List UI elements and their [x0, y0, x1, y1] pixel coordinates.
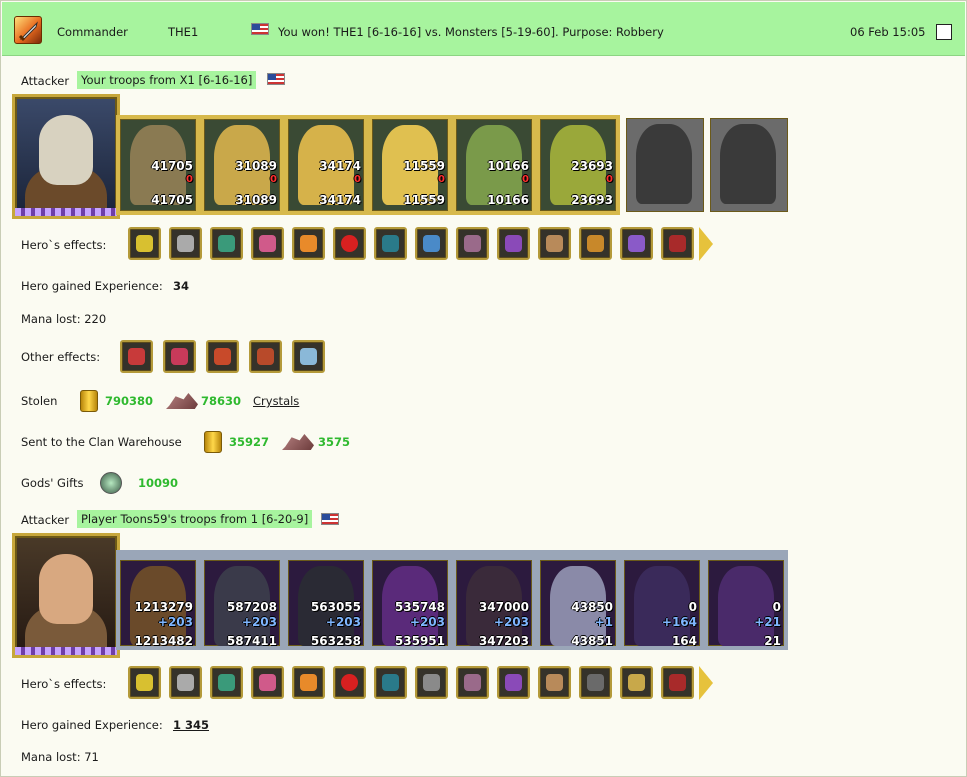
effect-icon[interactable] [538, 666, 571, 699]
sword-icon[interactable] [620, 666, 653, 699]
select-checkbox[interactable] [936, 24, 952, 40]
attacker-label: Attacker [21, 513, 70, 527]
empty-troop-slot [710, 118, 788, 212]
attacker-label: Attacker [21, 74, 70, 88]
shield-icon[interactable] [374, 666, 407, 699]
effect-icon[interactable] [497, 227, 530, 260]
battle-report: Commander THE1 You won! THE1 [6-16-16] v… [0, 0, 967, 777]
effect-icon[interactable] [415, 666, 448, 699]
mana-lost: Mana lost: 220 [21, 312, 107, 326]
report-header: Commander THE1 You won! THE1 [6-16-16] v… [2, 2, 965, 56]
sword-icon[interactable] [292, 340, 325, 373]
scroll-right-arrow-icon[interactable] [699, 227, 713, 261]
effect-icon[interactable] [292, 666, 325, 699]
fist-sword-icon[interactable] [206, 340, 239, 373]
us-flag-icon [267, 73, 285, 85]
heart-sword-icon[interactable] [120, 340, 153, 373]
battle-result-message: You won! THE1 [6-16-16] vs. Monsters [5-… [278, 25, 664, 39]
other-effects-label: Other effects: [21, 350, 101, 364]
mana-lost: Mana lost: 71 [21, 750, 99, 764]
exp-label: Hero gained Experience: [21, 279, 163, 293]
crystals-link[interactable]: Crystals [253, 394, 299, 408]
warehouse-label: Sent to the Clan Warehouse [21, 435, 182, 449]
hero-portrait[interactable] [12, 94, 120, 219]
effect-icon[interactable] [251, 666, 284, 699]
effect-icon[interactable] [497, 666, 530, 699]
troop-card[interactable]: 43850 +1 43851 [536, 550, 620, 650]
viking-hero-icon [39, 554, 93, 624]
heart-icon[interactable] [333, 666, 366, 699]
hero-portrait[interactable] [12, 533, 120, 658]
helmet-icon[interactable] [415, 227, 448, 260]
effect-icon[interactable] [128, 666, 161, 699]
effect-icon[interactable] [210, 666, 243, 699]
shield-icon[interactable] [374, 227, 407, 260]
troop-card[interactable]: 587208 +203 587411 [200, 550, 284, 650]
exp-label: Hero gained Experience: [21, 718, 163, 732]
warehouse-gold: 35927 [229, 435, 270, 449]
us-flag-icon [251, 23, 269, 35]
exp-value-link[interactable]: 1 345 [173, 718, 209, 732]
hero-effects-label: Hero`s effects: [21, 238, 107, 252]
effect-icon[interactable] [169, 227, 202, 260]
effect-icon[interactable] [661, 227, 694, 260]
effect-icon[interactable] [169, 666, 202, 699]
effect-icon[interactable] [210, 227, 243, 260]
battle-sword-icon [14, 16, 42, 44]
troop-card[interactable]: 34174 0 34174 [284, 115, 368, 215]
troop-card[interactable]: 41705 0 41705 [116, 115, 200, 215]
us-flag-icon [321, 513, 339, 525]
effect-icon[interactable] [292, 227, 325, 260]
attacker-tag: Player Toons59's troops from 1 [6-20-9] [77, 510, 313, 528]
troop-card[interactable]: 10166 0 10166 [452, 115, 536, 215]
hero-effects-row [128, 227, 713, 261]
gods-gifts-value: 10090 [138, 476, 179, 490]
gold-icon [204, 431, 222, 453]
troop-card[interactable]: 563055 +203 563258 [284, 550, 368, 650]
effect-icon[interactable] [456, 666, 489, 699]
troop-card[interactable]: 0 +21 21 [704, 550, 788, 650]
gods-gifts-label: Gods' Gifts [21, 476, 84, 490]
gold-icon [80, 390, 98, 412]
player-name[interactable]: THE1 [168, 25, 198, 39]
bull-skull-helmet-icon [39, 115, 93, 185]
stolen-gold: 790380 [105, 394, 154, 408]
other-effects-row [120, 340, 325, 373]
warehouse-ore: 3575 [318, 435, 351, 449]
effect-icon[interactable] [661, 666, 694, 699]
effect-icon[interactable] [456, 227, 489, 260]
ore-icon [166, 393, 198, 409]
stolen-label: Stolen [21, 394, 58, 408]
scroll-right-arrow-icon[interactable] [699, 666, 713, 700]
troop-card[interactable]: 31089 0 31089 [200, 115, 284, 215]
troop-card[interactable]: 535748 +203 535951 [368, 550, 452, 650]
troops-row: 1213279 +203 1213482 587208 +203 587411 5630… [116, 550, 788, 650]
attacker-tag: Your troops from X1 [6-16-16] [77, 71, 257, 89]
gods-gift-icon [100, 472, 122, 494]
role-label: Commander [57, 25, 128, 39]
effect-icon[interactable] [538, 227, 571, 260]
heart-sword-icon[interactable] [163, 340, 196, 373]
effect-icon[interactable] [251, 227, 284, 260]
troop-card[interactable]: 1213279 +203 1213482 [116, 550, 200, 650]
effect-icon[interactable] [579, 666, 612, 699]
effect-icon[interactable] [579, 227, 612, 260]
troops-row: 41705 0 41705 31089 0 31089 34174 0 34174 1155… [116, 115, 788, 215]
troop-card[interactable]: 0 +164 164 [620, 550, 704, 650]
stolen-ore: 78630 [201, 394, 242, 408]
exp-value: 34 [173, 279, 190, 293]
troop-card[interactable]: 347000 +203 347203 [452, 550, 536, 650]
heart-icon[interactable] [333, 227, 366, 260]
ore-icon [282, 434, 314, 450]
effect-icon[interactable] [128, 227, 161, 260]
effect-icon[interactable] [620, 227, 653, 260]
fist-sword-icon[interactable] [249, 340, 282, 373]
troop-card[interactable]: 23693 0 23693 [536, 115, 620, 215]
hero-effects-row [128, 666, 713, 700]
hero-effects-label: Hero`s effects: [21, 677, 107, 691]
troop-card[interactable]: 11559 0 11559 [368, 115, 452, 215]
battle-datetime: 06 Feb 15:05 [850, 25, 926, 39]
empty-troop-slot [626, 118, 704, 212]
